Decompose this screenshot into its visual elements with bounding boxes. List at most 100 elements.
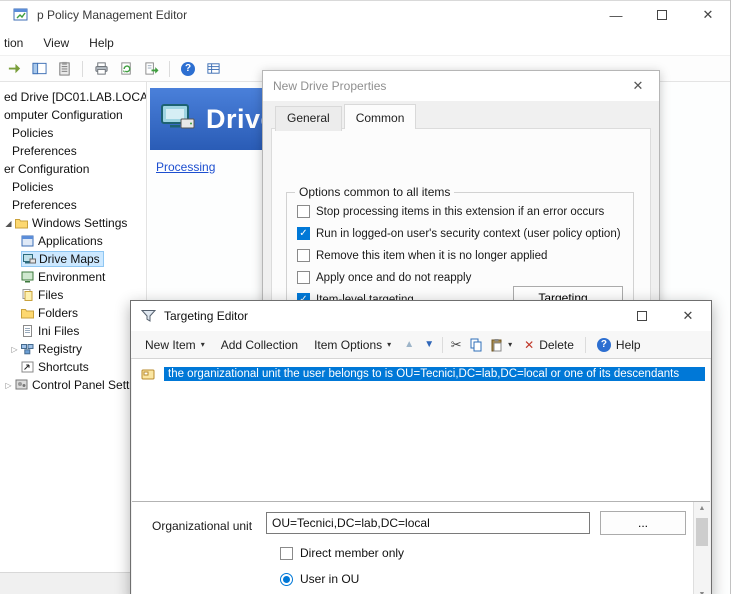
add-collection-button[interactable]: Add Collection: [213, 334, 306, 356]
add-collection-label: Add Collection: [221, 338, 298, 352]
move-down-icon[interactable]: ▼: [419, 339, 439, 350]
new-item-label: New Item: [145, 338, 196, 352]
option-apply-once[interactable]: Apply once and do not reapply: [297, 271, 471, 284]
targeting-items-list: the organizational unit the user belongs…: [132, 359, 710, 501]
tree-item-label: er Configuration: [4, 162, 89, 176]
checkbox-unchecked-icon[interactable]: [280, 547, 293, 560]
checkbox-unchecked-icon[interactable]: [297, 249, 310, 262]
checkbox-checked-icon[interactable]: ✓: [297, 227, 310, 240]
tree-item-user-configuration[interactable]: er Configuration: [0, 160, 146, 178]
targeting-item-text: the organizational unit the user belongs…: [164, 367, 705, 381]
applications-icon: [21, 235, 34, 247]
help-icon[interactable]: ?: [178, 59, 198, 79]
collapsed-arrow-icon[interactable]: ▷: [8, 345, 21, 354]
scrollbar-thumb[interactable]: [696, 518, 708, 546]
te-maximize-button[interactable]: [619, 301, 665, 331]
delete-button[interactable]: ✕ Delete: [516, 334, 582, 356]
tree-item-label: Preferences: [12, 144, 77, 158]
properties-close-button[interactable]: ✕: [617, 71, 659, 101]
control-panel-icon: [15, 379, 28, 391]
refresh-document-icon[interactable]: [116, 59, 136, 79]
close-icon: ✕: [683, 308, 694, 324]
print-icon[interactable]: [91, 59, 111, 79]
console-tree-icon[interactable]: [29, 59, 49, 79]
properties-clipboard-icon[interactable]: [54, 59, 74, 79]
tree-item-label: Ini Files: [38, 324, 79, 338]
direct-member-option[interactable]: Direct member only: [280, 546, 404, 560]
option-label: Stop processing items in this extension …: [316, 206, 604, 218]
toolbar-separator: [169, 61, 170, 77]
tree-item-label: omputer Configuration: [4, 108, 123, 122]
registry-icon: [21, 343, 34, 355]
chevron-down-icon: ▾: [508, 340, 512, 349]
item-options-button[interactable]: Item Options ▾: [306, 334, 399, 356]
user-in-ou-option[interactable]: User in OU: [280, 572, 359, 586]
tree-item-environment[interactable]: Environment: [0, 268, 146, 286]
collapsed-arrow-icon[interactable]: ▷: [2, 381, 15, 390]
tree-item-label: Folders: [38, 306, 78, 320]
tab-general[interactable]: General: [275, 106, 342, 131]
tree-item-label: Drive Maps: [39, 252, 100, 266]
tree-item-computer-configuration[interactable]: omputer Configuration: [0, 106, 146, 124]
te-close-button[interactable]: ✕: [665, 301, 711, 331]
new-item-button[interactable]: New Item ▾: [137, 334, 213, 356]
tree-selection-highlight: Drive Maps: [21, 251, 104, 267]
tree-item-folders[interactable]: Folders: [0, 304, 146, 322]
delete-x-icon: ✕: [524, 338, 534, 352]
option-run-user-context[interactable]: ✓ Run in logged-on user's security conte…: [297, 227, 621, 240]
tree-item-policies[interactable]: Policies: [0, 124, 146, 142]
browse-button[interactable]: ...: [600, 511, 686, 535]
properties-tabs: General Common: [275, 106, 418, 131]
tree-item-shortcuts[interactable]: Shortcuts: [0, 358, 146, 376]
scrollbar-up-icon[interactable]: ▲: [694, 505, 710, 512]
detail-scrollbar[interactable]: ▲ ▼: [693, 502, 710, 594]
expanded-arrow-icon[interactable]: ◢: [2, 219, 15, 228]
tree-item-ini-files[interactable]: Ini Files: [0, 322, 146, 340]
targeting-item-row[interactable]: the organizational unit the user belongs…: [132, 367, 710, 381]
minimize-button[interactable]: —: [593, 0, 639, 30]
export-list-icon[interactable]: [141, 59, 161, 79]
tree-item-policies-user[interactable]: Policies: [0, 178, 146, 196]
help-button[interactable]: ? Help: [589, 334, 649, 356]
tree-item-windows-settings[interactable]: ◢ Windows Settings: [0, 214, 146, 232]
tree-item-drive-maps[interactable]: Drive Maps: [0, 250, 146, 268]
tree-item-files[interactable]: Files: [0, 286, 146, 304]
checkbox-unchecked-icon[interactable]: [297, 205, 310, 218]
copy-icon[interactable]: [466, 335, 486, 355]
targeting-editor-dialog: Targeting Editor ✕ New Item ▾ Add Collec…: [130, 300, 712, 594]
chevron-down-icon: ▾: [201, 340, 205, 349]
tree-item-registry[interactable]: ▷ Registry: [0, 340, 146, 358]
checkbox-unchecked-icon[interactable]: [297, 271, 310, 284]
menu-view[interactable]: View: [33, 32, 79, 54]
item-options-label: Item Options: [314, 338, 382, 352]
menu-action[interactable]: tion: [0, 32, 33, 54]
window-title: p Policy Management Editor: [37, 8, 187, 22]
close-button[interactable]: ✕: [685, 0, 731, 30]
option-stop-processing[interactable]: Stop processing items in this extension …: [297, 205, 604, 218]
tree-item-preferences[interactable]: Preferences: [0, 142, 146, 160]
tab-common[interactable]: Common: [344, 104, 417, 129]
tree-item-label: Control Panel Sett: [32, 378, 129, 392]
options-group-title: Options common to all items: [295, 185, 454, 199]
move-up-icon[interactable]: ▲: [399, 339, 419, 350]
tree-item-label: Environment: [38, 270, 105, 284]
cut-icon[interactable]: ✂: [446, 335, 466, 355]
forward-arrow-icon[interactable]: [4, 59, 24, 79]
paste-icon: [490, 338, 503, 352]
maximize-button[interactable]: [639, 0, 685, 30]
direct-member-label: Direct member only: [300, 546, 404, 560]
tree-item-applications[interactable]: Applications: [0, 232, 146, 250]
tree-item-label: Files: [38, 288, 63, 302]
processing-link[interactable]: Processing: [156, 160, 215, 174]
menu-bar: tion View Help: [0, 30, 731, 56]
tree-item-gpo-root[interactable]: ed Drive [DC01.LAB.LOCA: [0, 88, 146, 106]
tree-item-preferences-user[interactable]: Preferences: [0, 196, 146, 214]
radio-selected-icon[interactable]: [280, 573, 293, 586]
paste-button[interactable]: ▾: [486, 334, 516, 356]
tree-item-label: Preferences: [12, 198, 77, 212]
list-view-icon[interactable]: [203, 59, 223, 79]
menu-help[interactable]: Help: [79, 32, 124, 54]
option-remove-when-not-applied[interactable]: Remove this item when it is no longer ap…: [297, 249, 547, 262]
tree-item-control-panel-settings[interactable]: ▷ Control Panel Sett: [0, 376, 146, 394]
organizational-unit-input[interactable]: [266, 512, 590, 534]
